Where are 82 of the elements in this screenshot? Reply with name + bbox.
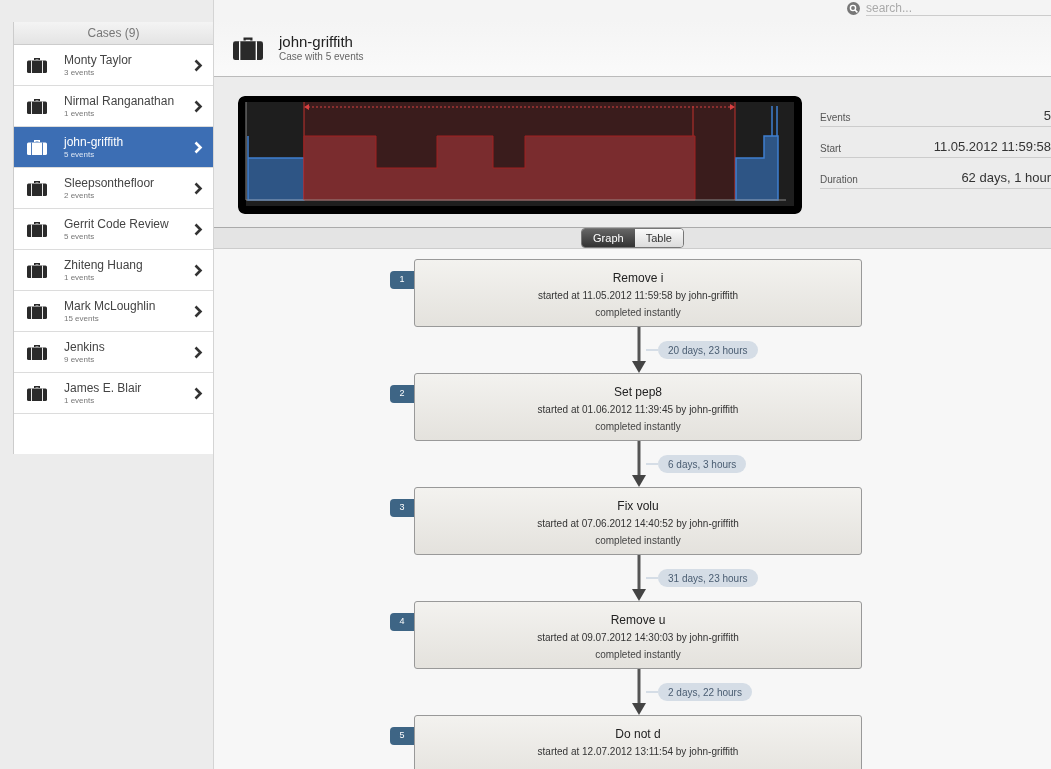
- case-event-count: 9 events: [64, 355, 96, 364]
- case-name: Monty Taylor: [64, 53, 133, 66]
- case-event-count: 15 events: [64, 314, 100, 323]
- case-name: Zhiteng Huang: [64, 258, 144, 271]
- stat-value: 62 days, 1 hour: [961, 168, 1051, 187]
- event-card[interactable]: Remove i started at 11.05.2012 11:59:58 by john-griffith completed instantly: [414, 259, 862, 327]
- event-card[interactable]: Set pep8 started at 01.06.2012 11:39:45 by john-griffith completed instantly: [414, 373, 862, 441]
- briefcase-icon: [27, 221, 47, 237]
- event-start-info: started at 12.07.2012 13:11:54 by john-griffith: [537, 747, 739, 757]
- chevron-right-icon: [194, 99, 203, 113]
- search-field[interactable]: search...: [866, 0, 1051, 16]
- event-card[interactable]: Remove u started at 09.07.2012 14:30:03 by john-griffith completed instantly: [414, 601, 862, 669]
- case-name: Nirmal Ranganathan: [64, 94, 176, 107]
- briefcase-icon: [233, 36, 263, 60]
- event-number-badge: 5: [390, 727, 414, 745]
- event-number-badge: 4: [390, 613, 414, 631]
- stat-label: Duration: [820, 173, 858, 187]
- arrow-down-icon: [632, 327, 646, 373]
- event-start-info: started at 07.06.2012 14:40:52 by john-griffith: [537, 519, 739, 529]
- time-gap-pill: 31 days, 23 hours: [658, 569, 758, 587]
- chevron-right-icon: [194, 304, 203, 318]
- event-card[interactable]: Do not d started at 12.07.2012 13:11:54 by john-griffith: [414, 715, 862, 769]
- event-number-badge: 3: [390, 499, 414, 517]
- briefcase-icon: [27, 344, 47, 360]
- event-title: Remove u: [610, 614, 666, 626]
- case-event-count: 1 events: [64, 273, 96, 282]
- chevron-right-icon: [194, 58, 203, 72]
- briefcase-icon: [27, 262, 47, 278]
- case-event-count: 2 events: [64, 191, 96, 200]
- briefcase-icon: [27, 303, 47, 319]
- case-subtitle: Case with 5 events: [279, 52, 364, 62]
- case-name: Sleepsonthefloor: [64, 176, 156, 189]
- case-event-count: 5 events: [64, 232, 96, 241]
- chevron-right-icon: [194, 263, 203, 277]
- chevron-right-icon: [194, 222, 203, 236]
- briefcase-icon: [27, 139, 47, 155]
- event-start-info: started at 11.05.2012 11:59:58 by john-griffith: [537, 291, 739, 301]
- event-number-badge: 1: [390, 271, 414, 289]
- case-event-count: 3 events: [64, 68, 96, 77]
- sidebar-header: Cases (9): [14, 22, 213, 45]
- event-title: Set pep8: [613, 386, 662, 398]
- arrow-down-icon: [632, 441, 646, 487]
- stat-value: 5: [1043, 106, 1051, 125]
- case-event-count: 1 events: [64, 109, 96, 118]
- event-completion: completed instantly: [595, 422, 681, 432]
- case-name: Mark McLoughlin: [64, 299, 157, 312]
- event-completion: completed instantly: [595, 308, 681, 318]
- event-completion: completed instantly: [595, 536, 681, 546]
- event-title: Do not d: [615, 728, 661, 740]
- event-card[interactable]: Fix volu started at 07.06.2012 14:40:52 by john-griffith completed instantly: [414, 487, 862, 555]
- chevron-right-icon: [194, 345, 203, 359]
- case-event-count: 5 events: [64, 150, 96, 159]
- case-name: James E. Blair: [64, 381, 143, 394]
- event-title: Fix volu: [617, 500, 659, 512]
- chevron-right-icon: [194, 181, 203, 195]
- event-title: Remove i: [612, 272, 664, 284]
- stat-value: 11.05.2012 11:59:58: [933, 137, 1051, 156]
- event-number-badge: 2: [390, 385, 414, 403]
- event-completion: completed instantly: [595, 650, 681, 660]
- stat-label: Events: [820, 111, 851, 125]
- case-name: john-griffith: [64, 135, 125, 148]
- stat-label: Start: [820, 142, 842, 156]
- event-start-info: started at 01.06.2012 11:39:45 by john-griffith: [537, 405, 739, 415]
- time-gap-pill: 2 days, 22 hours: [658, 683, 752, 701]
- case-list-item[interactable]: john-griffith 5 events: [14, 127, 213, 168]
- chevron-right-icon: [194, 140, 203, 154]
- view-tab[interactable]: Table: [634, 229, 683, 247]
- case-name: Gerrit Code Review: [64, 217, 170, 230]
- event-start-info: started at 09.07.2012 14:30:03 by john-griffith: [537, 633, 739, 643]
- case-title: john-griffith: [279, 34, 354, 49]
- case-name: Jenkins: [64, 340, 106, 353]
- case-event-count: 1 events: [64, 396, 96, 405]
- briefcase-icon: [27, 180, 47, 196]
- briefcase-icon: [27, 57, 47, 73]
- arrow-down-icon: [632, 555, 646, 601]
- briefcase-icon: [27, 98, 47, 114]
- briefcase-icon: [27, 385, 47, 401]
- time-gap-pill: 6 days, 3 hours: [658, 455, 747, 473]
- arrow-down-icon: [632, 669, 646, 715]
- view-tab[interactable]: Graph: [582, 229, 635, 247]
- time-gap-pill: 20 days, 23 hours: [658, 341, 758, 359]
- chevron-right-icon: [194, 386, 203, 400]
